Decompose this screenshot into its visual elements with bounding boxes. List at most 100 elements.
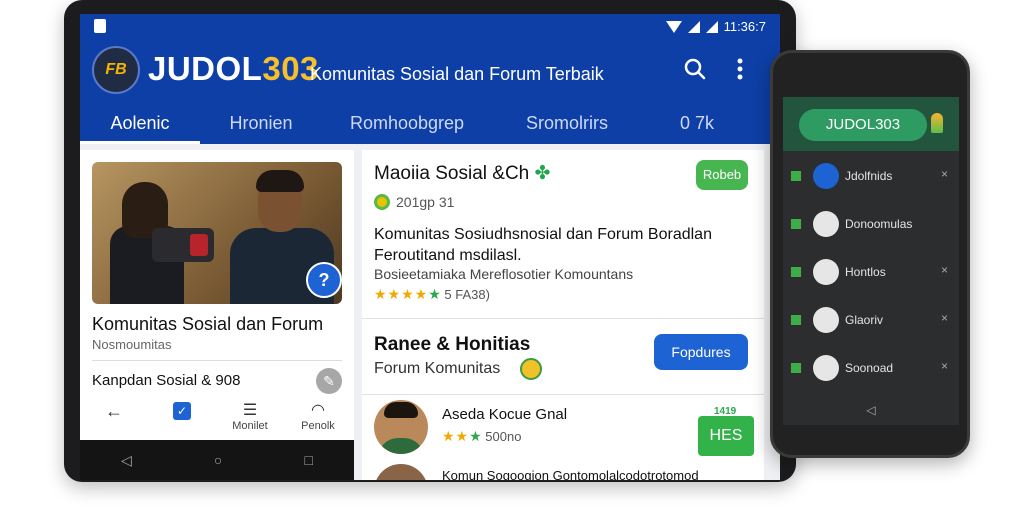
photo-camera [152, 228, 214, 262]
brand-word: JUDOL [148, 50, 263, 87]
item-label: Jdolfnids [845, 169, 893, 183]
nav-home-icon[interactable]: ○ [214, 452, 222, 468]
avatar-2[interactable] [374, 464, 428, 480]
post-meta: 201gp 31 [374, 194, 454, 210]
featured-card: ? Komunitas Sosial dan Forum Nosmoumitas… [80, 150, 354, 480]
status-icons: 11:36:7 [665, 19, 766, 34]
divider [92, 360, 342, 361]
close-icon[interactable]: × [941, 263, 948, 277]
list-item-text: Komun Sogoogion Gontomolalcodotrotomod [442, 468, 699, 480]
tab-3[interactable]: Sromolrirs [492, 102, 642, 144]
green-star-icon: ★ [428, 286, 441, 302]
phone-screen: JUDOL303 Jdolfnids × Donoomulas Hontlos … [783, 97, 959, 425]
item-avatar-icon [813, 259, 839, 285]
share-icon[interactable]: ? [306, 262, 342, 298]
tablet-screen: 11:36:7 FB JUDOL303 Komunitas Sosial dan… [80, 14, 780, 480]
phone-device: JUDOL303 Jdolfnids × Donoomulas Hontlos … [770, 50, 970, 458]
card-subtitle: Nosmoumitas [92, 337, 172, 352]
post-description: Komunitas Sosiudhsnosial dan Forum Borad… [374, 226, 712, 264]
user-rating-text: 500no [485, 429, 522, 444]
phone-list-item[interactable]: Glaoriv × [783, 297, 959, 345]
avatar[interactable] [374, 400, 428, 454]
item-avatar-icon [813, 211, 839, 237]
rating-text: 5 FA38) [444, 287, 490, 302]
tab-2[interactable]: Romhoobgrep [322, 102, 492, 144]
tab-1[interactable]: Hronien [200, 102, 322, 144]
item-label: Glaoriv [845, 313, 884, 327]
section-title: Ranee & Honitias [374, 334, 531, 355]
green-action-button[interactable]: Robeb [696, 160, 748, 190]
emoji-badge-icon [520, 358, 542, 380]
item-label: Soonoad [845, 361, 894, 375]
star-rating-icon: ★★★★ [374, 286, 429, 302]
check-button[interactable]: ✓ [148, 402, 216, 420]
profile-label: Penolk [301, 420, 335, 432]
item-label: Hontlos [845, 265, 886, 279]
phone-list-item[interactable]: Soonoad × [783, 345, 959, 393]
phone-list-item[interactable]: Jdolfnids × [783, 153, 959, 201]
user-green-star-icon: ★ [469, 428, 482, 444]
phone-list-item[interactable]: Donoomulas [783, 201, 959, 249]
phone-brand-pill[interactable]: JUDOL303 [799, 109, 927, 141]
flame-icon [931, 113, 943, 133]
user-name[interactable]: Aseda Kocue Gnal [442, 406, 567, 423]
system-nav-bar: ◁ ○ □ [80, 440, 354, 480]
close-icon[interactable]: × [941, 359, 948, 373]
item-avatar-icon [813, 163, 839, 189]
card-row[interactable]: Kanpdan Sosial & 908 [92, 372, 240, 389]
list-icon: ☰ [242, 402, 258, 419]
item-avatar-icon [813, 355, 839, 381]
post-title: Maoiia Sosial &Ch ✤ [374, 162, 550, 185]
profile-button[interactable]: ◠ Penolk [284, 402, 352, 432]
photo-person2-hair [256, 170, 304, 192]
card-title: Komunitas Sosial dan Forum [92, 314, 324, 334]
nav-back-icon[interactable]: ◁ [121, 452, 132, 469]
post-rating: ★★★★★ 5 FA38) [374, 286, 490, 303]
post-description-2: Bosieetamiaka Mereflosotier Komountans [374, 266, 634, 282]
tab-4[interactable]: 0 7k [642, 102, 752, 144]
phone-back-icon[interactable]: ◁ [783, 395, 959, 425]
close-icon[interactable]: × [941, 167, 948, 181]
tablet-device: 11:36:7 FB JUDOL303 Komunitas Sosial dan… [64, 0, 796, 482]
item-marker-icon [791, 363, 801, 373]
item-avatar-icon [813, 307, 839, 333]
nav-recents-icon[interactable]: □ [304, 452, 312, 468]
app-logo: FB [92, 46, 140, 94]
item-marker-icon [791, 219, 801, 229]
notification-icon [94, 19, 106, 33]
blue-action-button[interactable]: Fopdures [654, 334, 748, 370]
status-bar: 11:36:7 [80, 14, 780, 40]
item-marker-icon [791, 171, 801, 181]
divider [362, 318, 764, 319]
tab-0[interactable]: Aolenic [80, 102, 200, 144]
more-icon[interactable]: ✎ [316, 368, 342, 394]
signal-icon [687, 20, 700, 33]
check-icon: ✓ [173, 402, 191, 420]
brand-tagline: Komunitas Sosial dan Forum Terbaik [310, 64, 604, 84]
featured-photo [92, 162, 342, 304]
search-icon[interactable] [684, 58, 706, 80]
phone-list-item[interactable]: Hontlos × [783, 249, 959, 297]
tab-bar: Aolenic Hronien Romhoobgrep Sromolrirs 0… [80, 102, 780, 144]
back-arrow-icon: ← [105, 401, 123, 421]
bell-icon: ◠ [311, 402, 325, 419]
brand-title: JUDOL303 [148, 50, 319, 88]
menu-label: Monilet [232, 420, 268, 432]
phone-header: JUDOL303 [783, 97, 959, 151]
hes-button[interactable]: HES [698, 416, 754, 456]
back-button[interactable]: ← [80, 402, 148, 420]
menu-button[interactable]: ☰ Monilet [216, 402, 284, 432]
close-icon[interactable]: × [941, 311, 948, 325]
item-label: Donoomulas [845, 217, 913, 231]
clover-icon: ✤ [534, 163, 551, 184]
more-vert-icon[interactable] [736, 57, 744, 81]
user-star-icon: ★★ [442, 428, 470, 444]
meta-icon [374, 194, 390, 210]
status-time: 11:36:7 [723, 19, 766, 34]
app-bar: FB JUDOL303 Komunitas Sosial dan Forum T… [80, 40, 780, 102]
card-nav: ← ✓ ☰ Monilet ◠ Penolk [80, 402, 354, 438]
post-meta-text: 201gp 31 [396, 194, 455, 210]
wifi-icon [665, 20, 682, 33]
post-title-text: Maoiia Sosial &Ch [374, 163, 530, 184]
item-marker-icon [791, 315, 801, 325]
